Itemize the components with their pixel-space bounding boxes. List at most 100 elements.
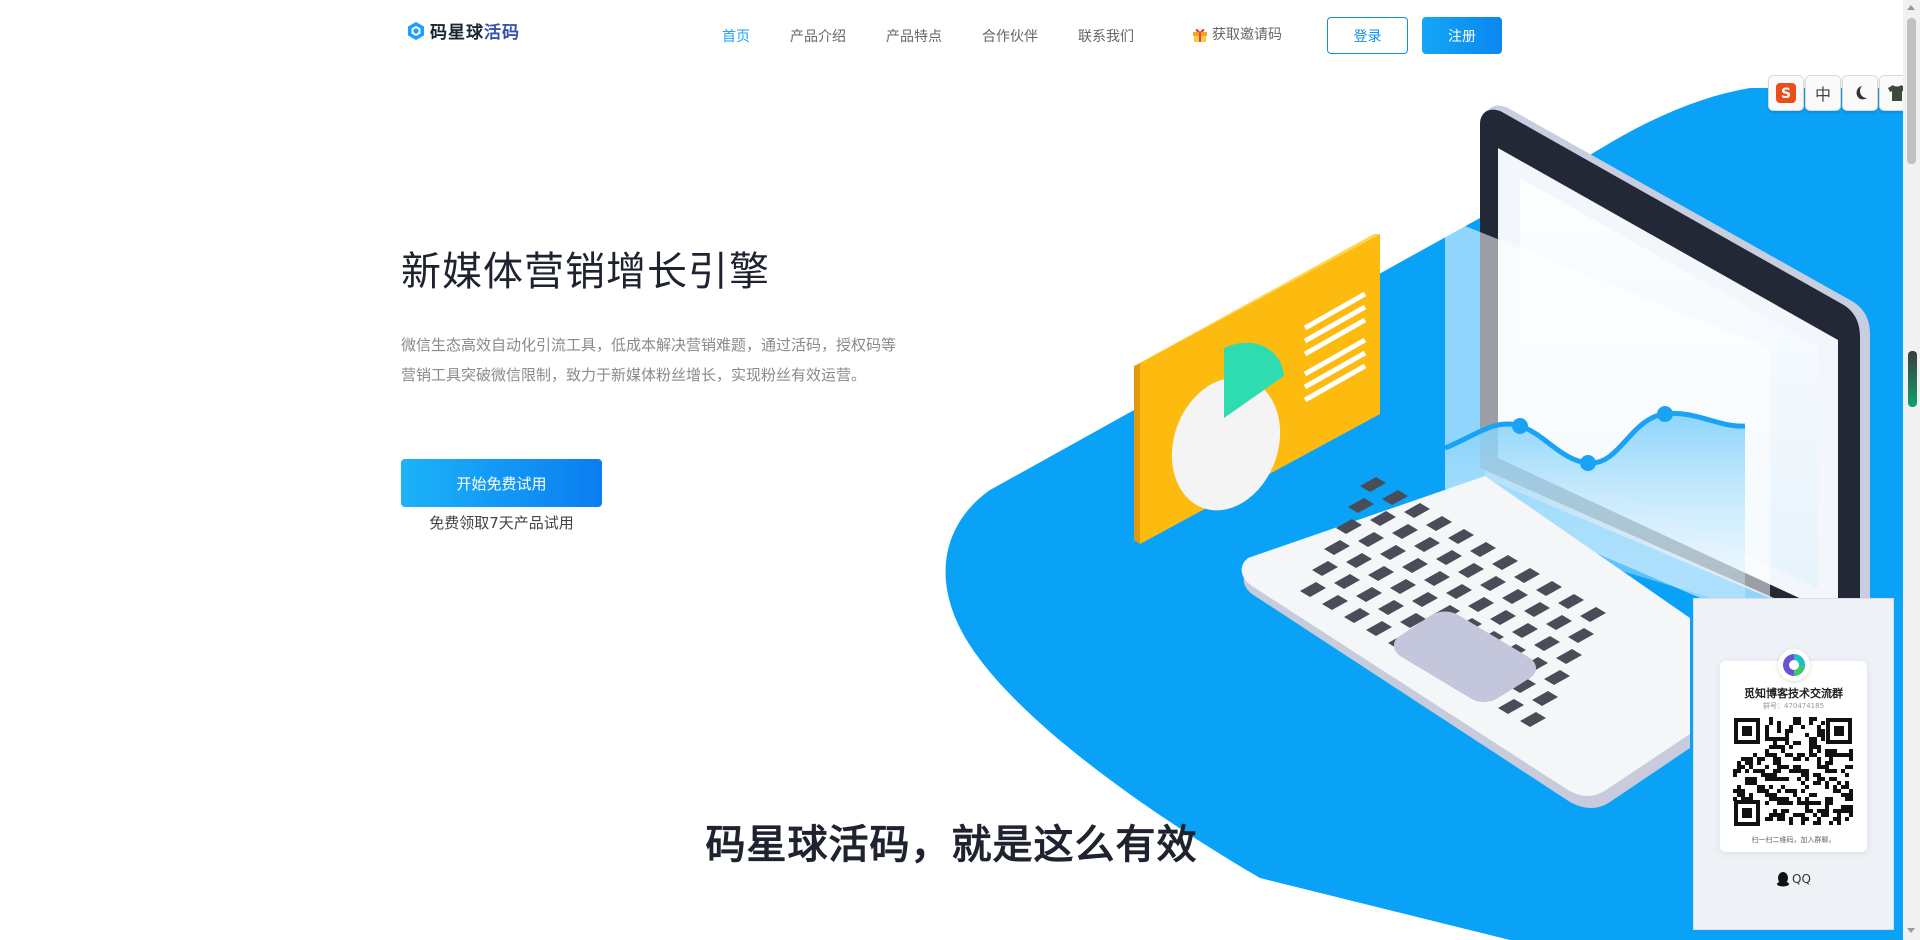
qr-module <box>1829 797 1833 801</box>
section-title: 码星球活码，就是这么有效 <box>705 822 1198 868</box>
qr-module <box>1793 757 1797 761</box>
qr-module <box>1801 821 1805 825</box>
logo[interactable]: 码星球活码 <box>406 18 520 43</box>
page-scrollbar[interactable] <box>1903 0 1920 940</box>
qr-module <box>1773 737 1777 741</box>
qr-module <box>1745 769 1749 773</box>
qr-module <box>1801 725 1805 729</box>
trial-note: 免费领取7天产品试用 <box>429 514 574 532</box>
qr-hint: 扫一扫二维码，加入群聊。 <box>1751 836 1836 844</box>
nav-item-product-intro[interactable]: 产品介绍 <box>790 26 846 46</box>
qr-module <box>1849 813 1853 817</box>
qr-module <box>1785 765 1789 769</box>
qr-module <box>1817 821 1821 825</box>
qr-code[interactable] <box>1733 717 1853 827</box>
qr-module <box>1817 729 1821 733</box>
scroll-thumb[interactable] <box>1907 18 1916 164</box>
qr-module <box>1785 741 1789 745</box>
qr-module <box>1829 753 1833 757</box>
qr-module <box>1845 797 1849 801</box>
qr-module <box>1837 781 1841 785</box>
qr-module <box>1845 781 1849 785</box>
qr-module <box>1825 813 1829 817</box>
qr-module <box>1837 789 1841 793</box>
nav-item-partners[interactable]: 合作伙伴 <box>982 26 1038 46</box>
qr-module <box>1765 765 1769 769</box>
qr-module <box>1749 793 1753 797</box>
qr-module <box>1849 797 1853 801</box>
qr-module <box>1765 801 1769 805</box>
qr-module <box>1805 801 1809 805</box>
qr-module <box>1789 821 1793 825</box>
s-logo-button[interactable]: S <box>1768 75 1804 111</box>
qr-module <box>1777 789 1781 793</box>
qr-module <box>1813 737 1817 741</box>
qr-module <box>1765 725 1769 729</box>
qr-module <box>1785 809 1789 813</box>
qr-module <box>1737 769 1741 773</box>
nav-item-contact[interactable]: 联系我们 <box>1078 26 1134 46</box>
qr-module <box>1793 793 1797 797</box>
qr-module <box>1777 737 1781 741</box>
qr-module <box>1753 781 1757 785</box>
scroll-up-arrow-icon[interactable] <box>1907 5 1915 10</box>
qr-module <box>1849 793 1853 797</box>
qr-module <box>1841 753 1845 757</box>
qr-module <box>1797 765 1801 769</box>
qr-module <box>1821 777 1825 781</box>
qr-module <box>1737 761 1741 765</box>
qr-module <box>1797 741 1801 745</box>
qr-module <box>1841 785 1845 789</box>
qr-module <box>1733 773 1737 777</box>
qr-module <box>1777 761 1781 765</box>
qr-module <box>1797 769 1801 773</box>
qr-module <box>1849 753 1853 757</box>
qr-module <box>1765 777 1769 781</box>
qr-module <box>1845 817 1849 821</box>
qr-module <box>1757 785 1761 789</box>
qr-module <box>1781 749 1785 753</box>
qr-module <box>1769 737 1773 741</box>
qr-module <box>1809 721 1813 725</box>
scroll-down-arrow-icon[interactable] <box>1907 928 1915 933</box>
qq-link[interactable]: QQ <box>1776 871 1811 887</box>
qr-module <box>1845 765 1849 769</box>
qr-module <box>1757 761 1761 765</box>
chinese-toggle-button[interactable]: 中 <box>1805 75 1841 111</box>
qr-module <box>1773 741 1777 745</box>
tool-buttons: S 中 <box>1768 75 1915 111</box>
nav-item-home[interactable]: 首页 <box>722 26 750 46</box>
qr-module <box>1793 721 1797 725</box>
qr-module <box>1785 733 1789 737</box>
nav-item-product-features[interactable]: 产品特点 <box>886 26 942 46</box>
qr-module <box>1781 801 1785 805</box>
group-number: 群号：470474185 <box>1762 702 1825 710</box>
login-button[interactable]: 登录 <box>1327 17 1408 54</box>
qr-module <box>1849 809 1853 813</box>
qr-module <box>1773 745 1777 749</box>
start-free-trial-button[interactable]: 开始免费试用 <box>401 459 602 507</box>
qr-module <box>1825 781 1829 785</box>
qr-module <box>1825 801 1829 805</box>
qr-module <box>1793 765 1797 769</box>
qr-module <box>1793 741 1797 745</box>
qr-module <box>1745 761 1749 765</box>
qr-module <box>1785 777 1789 781</box>
qr-module <box>1761 757 1765 761</box>
qr-module <box>1765 793 1769 797</box>
qr-module <box>1809 745 1813 749</box>
qr-module <box>1821 721 1825 725</box>
qr-module <box>1805 785 1809 789</box>
qr-module <box>1833 817 1837 821</box>
group-logo-icon <box>1783 654 1805 676</box>
qr-module <box>1773 809 1777 813</box>
qr-module <box>1805 773 1809 777</box>
hero-title: 新媒体营销增长引擎 <box>401 249 770 295</box>
qr-module <box>1833 749 1837 753</box>
register-button[interactable]: 注册 <box>1422 17 1502 54</box>
dark-mode-button[interactable] <box>1842 75 1878 111</box>
invite-code-link[interactable]: 获取邀请码 <box>1192 24 1282 44</box>
qr-module <box>1777 757 1781 761</box>
qr-module <box>1821 737 1825 741</box>
qr-module <box>1813 717 1817 721</box>
